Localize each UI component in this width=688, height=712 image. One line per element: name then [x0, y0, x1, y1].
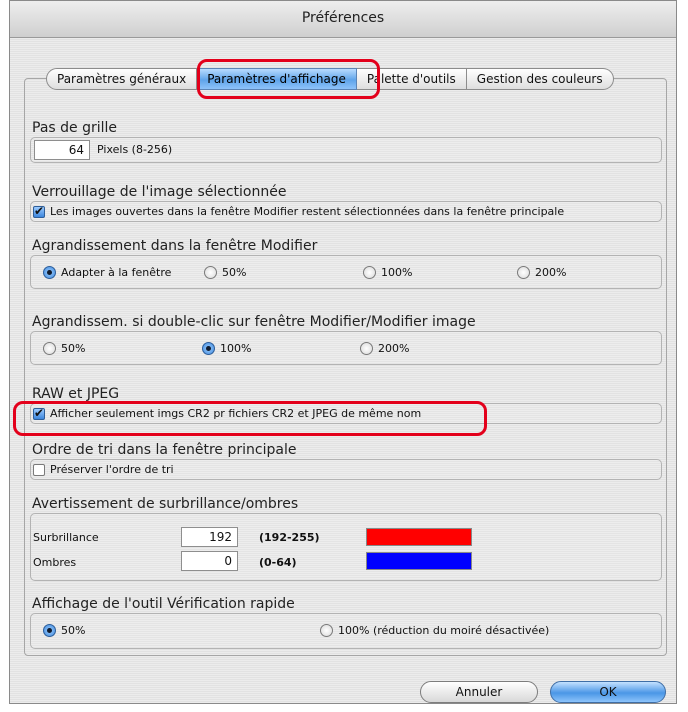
raw-section: RAW et JPEG Afficher seulement imgs CR2 …	[30, 385, 662, 424]
radio-icon[interactable]	[320, 624, 333, 637]
quickcheck-option-100-label: 100% (réduction du moiré désactivée)	[338, 624, 550, 637]
highlight-range: (192-255)	[259, 531, 320, 544]
tab-general[interactable]: Paramètres généraux	[46, 68, 198, 90]
shadow-label: Ombres	[33, 556, 77, 569]
quickcheck-option-50-label: 50%	[61, 624, 86, 637]
dblclick-option-50-label: 50%	[61, 342, 86, 355]
radio-icon[interactable]	[360, 342, 373, 355]
radio-selected-icon[interactable]	[43, 624, 56, 637]
radio-icon[interactable]	[43, 342, 56, 355]
cancel-button[interactable]: Annuler	[420, 681, 538, 703]
lock-checkbox[interactable]	[33, 204, 45, 218]
ok-button[interactable]: OK	[550, 681, 666, 703]
window-title: Préférences	[301, 10, 385, 26]
enlarge-option-50[interactable]: 50%	[204, 266, 246, 279]
tab-color-management[interactable]: Gestion des couleurs	[466, 68, 614, 90]
highlight-label: Surbrillance	[33, 531, 99, 544]
shadow-input[interactable]: 0	[181, 551, 238, 571]
lock-checkbox-label: Les images ouvertes dans la fenêtre Modi…	[50, 205, 565, 218]
sort-checkbox[interactable]	[33, 463, 45, 476]
preferences-window: Préférences Paramètres généraux Paramètr…	[9, 0, 677, 704]
quickcheck-option-50[interactable]: 50%	[43, 624, 85, 637]
radio-icon[interactable]	[204, 266, 217, 279]
enlarge-title: Agrandissement dans la fenêtre Modifier	[32, 238, 318, 254]
sort-section: Ordre de tri dans la fenêtre principale …	[30, 441, 662, 480]
radio-selected-icon[interactable]	[43, 266, 56, 279]
warning-section: Avertissement de surbrillance/ombres Sur…	[30, 495, 662, 581]
highlight-color-swatch[interactable]	[366, 528, 472, 546]
enlarge-option-fit-label: Adapter à la fenêtre	[61, 266, 172, 279]
raw-checkbox-row[interactable]: Afficher seulement imgs CR2 pr fichiers …	[33, 406, 422, 420]
grid-unit-label: Pixels (8-256)	[97, 143, 173, 156]
enlarge-option-200-label: 200%	[535, 266, 567, 279]
warning-title: Avertissement de surbrillance/ombres	[32, 496, 299, 512]
dblclick-option-50[interactable]: 50%	[43, 342, 85, 355]
sort-checkbox-row[interactable]: Préserver l'ordre de tri	[33, 463, 174, 476]
raw-checkbox[interactable]	[33, 406, 45, 420]
grid-size-input[interactable]: 64	[34, 140, 90, 160]
shadow-color-swatch[interactable]	[366, 552, 472, 570]
enlarge-box: Adapter à la fenêtre 50% 100% 200%	[30, 255, 662, 289]
quickcheck-box: 50% 100% (réduction du moiré désactivée)	[30, 613, 662, 649]
grid-title: Pas de grille	[32, 120, 118, 136]
dblclick-box: 50% 100% 200%	[30, 331, 662, 365]
sort-checkbox-label: Préserver l'ordre de tri	[50, 463, 174, 476]
quickcheck-option-100[interactable]: 100% (réduction du moiré désactivée)	[320, 624, 549, 637]
raw-checkbox-label: Afficher seulement imgs CR2 pr fichiers …	[50, 407, 422, 420]
dblclick-section: Agrandissem. si double-clic sur fenêtre …	[30, 313, 662, 365]
radio-icon[interactable]	[517, 266, 530, 279]
highlight-input[interactable]: 192	[181, 527, 238, 547]
enlarge-option-100[interactable]: 100%	[363, 266, 412, 279]
dblclick-option-200-label: 200%	[378, 342, 410, 355]
tab-bar: Paramètres généraux Paramètres d'afficha…	[46, 68, 614, 90]
quickcheck-title: Affichage de l'outil Vérification rapide	[32, 596, 295, 612]
dblclick-option-100[interactable]: 100%	[202, 342, 251, 355]
sort-title: Ordre de tri dans la fenêtre principale	[32, 442, 297, 458]
lock-box: Les images ouvertes dans la fenêtre Modi…	[30, 201, 662, 222]
lock-section: Verrouillage de l'image sélectionnée Les…	[30, 183, 662, 222]
radio-selected-icon[interactable]	[202, 342, 215, 355]
raw-box: Afficher seulement imgs CR2 pr fichiers …	[30, 403, 662, 424]
quickcheck-section: Affichage de l'outil Vérification rapide…	[30, 595, 662, 649]
grid-section: Pas de grille 64 Pixels (8-256)	[30, 119, 662, 163]
radio-icon[interactable]	[363, 266, 376, 279]
enlarge-section: Agrandissement dans la fenêtre Modifier …	[30, 237, 662, 289]
dblclick-option-200[interactable]: 200%	[360, 342, 409, 355]
shadow-range: (0-64)	[259, 556, 297, 569]
sort-box: Préserver l'ordre de tri	[30, 459, 662, 480]
dblclick-title: Agrandissem. si double-clic sur fenêtre …	[32, 314, 476, 330]
lock-checkbox-row[interactable]: Les images ouvertes dans la fenêtre Modi…	[33, 204, 565, 218]
raw-title: RAW et JPEG	[32, 386, 120, 402]
warning-box: Surbrillance 192 (192-255) Ombres 0 (0-6…	[30, 513, 662, 581]
enlarge-option-100-label: 100%	[381, 266, 413, 279]
lock-title: Verrouillage de l'image sélectionnée	[32, 184, 287, 200]
enlarge-option-50-label: 50%	[222, 266, 247, 279]
dblclick-option-100-label: 100%	[220, 342, 252, 355]
tab-tool-palette[interactable]: Palette d'outils	[356, 68, 467, 90]
grid-box: 64 Pixels (8-256)	[30, 137, 662, 163]
tab-display[interactable]: Paramètres d'affichage	[197, 68, 357, 90]
enlarge-option-fit[interactable]: Adapter à la fenêtre	[43, 266, 171, 279]
enlarge-option-200[interactable]: 200%	[517, 266, 566, 279]
title-bar[interactable]: Préférences	[10, 1, 676, 38]
